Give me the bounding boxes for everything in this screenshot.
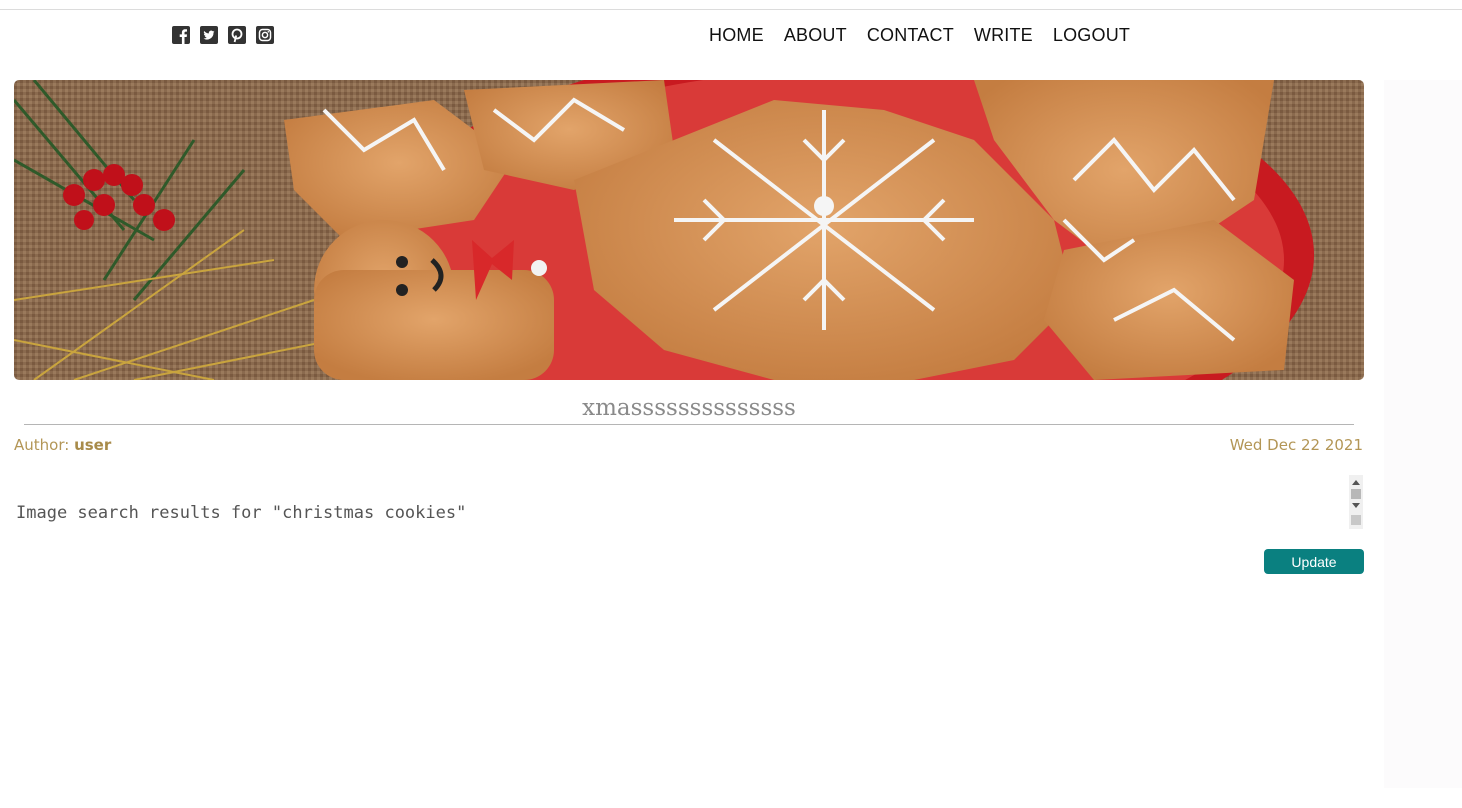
textarea-scrollbar[interactable] (1349, 475, 1363, 529)
nav-write[interactable]: WRITE (974, 24, 1033, 46)
sidebar-panel (1384, 80, 1462, 788)
update-button[interactable]: Update (1264, 549, 1364, 574)
pinterest-icon[interactable] (228, 26, 246, 44)
title-divider (24, 424, 1354, 425)
instagram-icon[interactable] (256, 26, 274, 44)
twitter-icon[interactable] (200, 26, 218, 44)
post-cover-image (14, 80, 1364, 380)
scroll-thumb[interactable] (1351, 489, 1361, 499)
author-line: Author: user (14, 436, 111, 454)
nav-home[interactable]: HOME (709, 24, 764, 46)
scroll-up-icon[interactable] (1352, 480, 1360, 485)
nav-logout[interactable]: LOGOUT (1053, 24, 1130, 46)
author-label: Author: (14, 436, 70, 454)
post-title: xmassssssssssssss (582, 395, 796, 421)
post-meta: Author: user Wed Dec 22 2021 (14, 436, 1363, 454)
main-nav: HOME ABOUT CONTACT WRITE LOGOUT (709, 24, 1130, 46)
nav-contact[interactable]: CONTACT (867, 24, 954, 46)
resize-grip-icon[interactable] (1351, 515, 1361, 525)
nav-about[interactable]: ABOUT (784, 24, 847, 46)
post-body-textarea[interactable]: Image search results for "christmas cook… (14, 475, 1363, 529)
facebook-icon[interactable] (172, 26, 190, 44)
post-date: Wed Dec 22 2021 (1229, 436, 1363, 454)
scroll-down-icon[interactable] (1352, 503, 1360, 508)
author-name[interactable]: user (74, 436, 111, 454)
social-links (172, 26, 274, 44)
top-divider (0, 9, 1462, 10)
